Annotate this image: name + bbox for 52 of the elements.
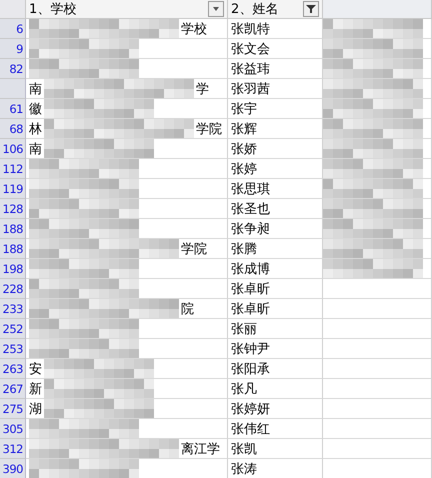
- row-header: 82: [0, 59, 26, 79]
- row-header: 106: [0, 139, 26, 159]
- row-header: 188: [0, 239, 26, 259]
- row-header: 312: [0, 439, 26, 459]
- school-text: 院: [181, 300, 194, 318]
- row-header: 188: [0, 219, 26, 239]
- row-header: 390: [0, 459, 26, 478]
- school-text: 南: [29, 140, 42, 158]
- school-text: 湖: [29, 400, 42, 418]
- row-header: 305: [0, 419, 26, 439]
- school-text: 离江学: [181, 440, 220, 458]
- row-header: 68: [0, 119, 26, 139]
- name-cell: 张钟尹: [228, 339, 323, 359]
- school-text: 徽: [29, 100, 42, 118]
- school-text: 新: [29, 380, 42, 398]
- name-cell: 张婷妍: [228, 399, 323, 419]
- name-cell: 张卓昕: [228, 279, 323, 299]
- row-header: 228: [0, 279, 26, 299]
- row-header: 275: [0, 399, 26, 419]
- caret-icon: [211, 5, 221, 13]
- school-text: 南: [29, 80, 42, 98]
- school-text: 学院: [196, 120, 222, 138]
- school-text: 学校: [181, 20, 207, 38]
- name-cell: 张涛: [228, 459, 323, 478]
- row-header: 198: [0, 259, 26, 279]
- row-header: 61: [0, 99, 26, 119]
- name-cell: 张阳承: [228, 359, 323, 379]
- name-cell: 张丽: [228, 319, 323, 339]
- header-label: 2、姓名: [231, 1, 278, 18]
- row-header: [0, 79, 26, 99]
- row-header: 112: [0, 159, 26, 179]
- row-header: 119: [0, 179, 26, 199]
- row-header: 263: [0, 359, 26, 379]
- row-header: 6: [0, 19, 26, 39]
- filter-button[interactable]: [303, 1, 319, 17]
- school-text: 安: [29, 360, 42, 378]
- row-header: 128: [0, 199, 26, 219]
- filter-button[interactable]: [208, 1, 224, 17]
- header-label: 1、学校: [29, 1, 76, 18]
- name-cell: 张伟红: [228, 419, 323, 439]
- school-text: 学院: [181, 240, 207, 258]
- name-cell: 张凡: [228, 379, 323, 399]
- row-header: 9: [0, 39, 26, 59]
- row-header: 267: [0, 379, 26, 399]
- school-text: 学: [196, 80, 209, 98]
- name-cell: 张凯: [228, 439, 323, 459]
- school-text: 林: [29, 120, 42, 138]
- row-header: 233: [0, 299, 26, 319]
- row-header: 252: [0, 319, 26, 339]
- name-cell: 张卓昕: [228, 299, 323, 319]
- row-header: 253: [0, 339, 26, 359]
- funnel-icon: [306, 5, 316, 13]
